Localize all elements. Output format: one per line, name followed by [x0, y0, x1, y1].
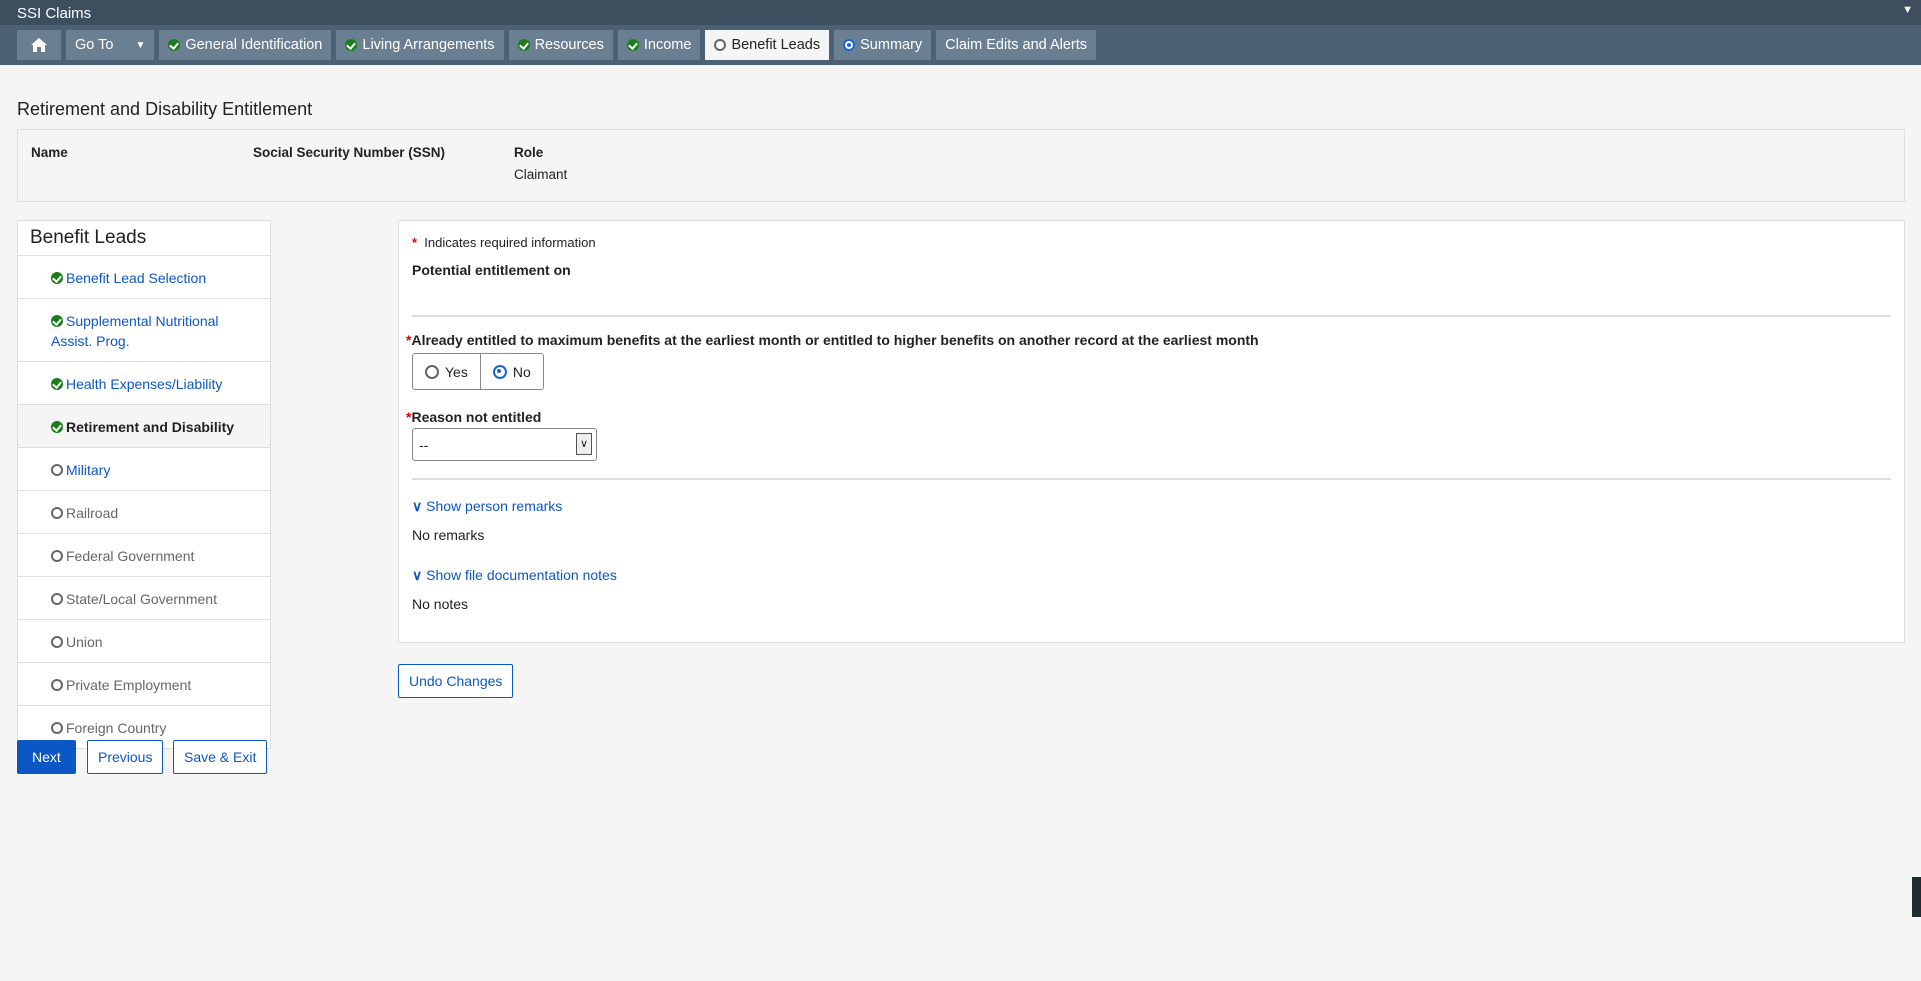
tab-benefit-leads[interactable]: Benefit Leads [705, 30, 830, 60]
app-title-bar: SSI Claims ▼ [0, 0, 1921, 25]
circle-icon [51, 550, 63, 562]
sidebar-title: Benefit Leads [18, 221, 270, 256]
tab-income[interactable]: Income [617, 30, 701, 60]
sidebar-item-union: Union [18, 620, 270, 663]
sidebar-item-benefit-lead-selection[interactable]: Benefit Lead Selection [18, 256, 270, 299]
required-note: Indicates required information [424, 235, 596, 250]
radio-no[interactable]: No [479, 354, 543, 389]
sidebar-item-label: Health Expenses/Liability [66, 376, 223, 392]
tab-general-identification[interactable]: General Identification [159, 30, 332, 60]
tab-claim-edits-alerts[interactable]: Claim Edits and Alerts [936, 30, 1097, 60]
already-entitled-label: Already entitled to maximum benefits at … [411, 332, 1259, 348]
radio-yes-label: Yes [445, 363, 468, 380]
show-notes-label: Show file documentation notes [426, 567, 617, 583]
tab-label: Living Arrangements [362, 37, 495, 53]
caret-down-icon: ▼ [135, 39, 146, 51]
benefit-leads-sidebar: Benefit Leads Benefit Lead Selection Sup… [17, 220, 271, 749]
next-button[interactable]: Next [17, 740, 76, 774]
sidebar-item-state-local-government: State/Local Government [18, 577, 270, 620]
menu-caret-icon[interactable]: ▼ [1902, 4, 1913, 16]
tab-label: Resources [534, 37, 604, 53]
radio-unchecked-icon [425, 364, 439, 379]
check-icon [626, 39, 639, 51]
check-icon [51, 378, 63, 390]
chevron-down-icon: ∨ [412, 567, 423, 583]
home-icon [31, 38, 47, 52]
tab-label: Claim Edits and Alerts [945, 37, 1088, 53]
goto-dropdown[interactable]: Go To ▼ [66, 30, 155, 60]
check-icon [517, 39, 530, 51]
role-label: Role [514, 145, 544, 160]
remarks-text: No remarks [412, 527, 485, 543]
circle-icon [51, 507, 63, 519]
claimant-info: Name Social Security Number (SSN) Role Cl… [17, 129, 1905, 202]
circle-icon [51, 593, 63, 605]
tab-living-arrangements[interactable]: Living Arrangements [336, 30, 504, 60]
reason-value: -- [419, 437, 429, 453]
required-asterisk: * [412, 235, 418, 250]
home-button[interactable] [17, 30, 61, 60]
section-nav: Go To ▼ General Identification Living Arr… [0, 25, 1921, 65]
tab-label: Benefit Leads [731, 37, 821, 53]
undo-changes-button[interactable]: Undo Changes [398, 664, 514, 698]
role-value: Claimant [514, 167, 568, 182]
sidebar-item-label: State/Local Government [66, 591, 217, 607]
chevron-down-icon: ∨ [576, 433, 592, 455]
circle-icon [51, 464, 63, 476]
show-remarks-label: Show person remarks [426, 498, 563, 514]
radio-checked-icon [492, 364, 507, 379]
sidebar-item-railroad: Railroad [18, 491, 270, 534]
circle-icon [51, 722, 63, 734]
sidebar-item-label: Supplemental Nutritional Assist. Prog. [51, 313, 219, 349]
ssn-label: Social Security Number (SSN) [253, 145, 446, 160]
tab-label: General Identification [185, 37, 323, 53]
tab-label: Summary [860, 37, 923, 53]
sidebar-item-private-employment: Private Employment [18, 663, 270, 706]
sidebar-item-label: Federal Government [66, 548, 195, 564]
show-file-notes-toggle[interactable]: ∨ Show file documentation notes [412, 567, 1891, 584]
sidebar-item-label: Foreign Country [66, 720, 167, 736]
sidebar-item-retirement-disability[interactable]: Retirement and Disability [18, 405, 270, 448]
sidebar-item-label: Private Employment [66, 677, 192, 693]
show-person-remarks-toggle[interactable]: ∨ Show person remarks [412, 498, 1891, 515]
check-icon [168, 39, 181, 51]
circle-icon [714, 39, 727, 51]
page-title: Retirement and Disability Entitlement [17, 99, 313, 119]
radio-yes[interactable]: Yes [413, 354, 480, 389]
previous-button[interactable]: Previous [87, 740, 164, 774]
sidebar-item-health-expenses[interactable]: Health Expenses/Liability [18, 362, 270, 405]
sidebar-item-federal-government: Federal Government [18, 534, 270, 577]
goto-label: Go To [75, 37, 114, 53]
app-title: SSI Claims [17, 5, 92, 22]
check-icon [51, 315, 63, 327]
tab-resources[interactable]: Resources [508, 30, 613, 60]
side-panel-handle[interactable] [1912, 877, 1921, 917]
already-entitled-radio-group: Yes No [412, 353, 544, 390]
check-icon [51, 272, 63, 284]
current-circle-icon [843, 39, 856, 51]
sidebar-item-label: Military [66, 462, 111, 478]
sidebar-item-label: Benefit Lead Selection [66, 270, 207, 286]
tab-summary[interactable]: Summary [834, 30, 932, 60]
radio-no-label: No [512, 363, 531, 380]
chevron-down-icon: ∨ [412, 498, 423, 514]
tab-label: Income [643, 37, 692, 53]
circle-icon [51, 679, 63, 691]
sidebar-item-label: Union [66, 634, 103, 650]
reason-label: Reason not entitled [411, 409, 542, 425]
notes-text: No notes [412, 596, 469, 612]
save-exit-button[interactable]: Save & Exit [173, 740, 268, 774]
check-icon [345, 39, 358, 51]
potential-entitlement-label: Potential entitlement on [412, 262, 571, 278]
reason-select[interactable]: -- ∨ [412, 428, 597, 461]
check-icon [51, 421, 63, 433]
circle-icon [51, 636, 63, 648]
sidebar-item-snap[interactable]: Supplemental Nutritional Assist. Prog. [18, 299, 270, 362]
name-label: Name [31, 145, 68, 160]
sidebar-item-military[interactable]: Military [18, 448, 270, 491]
sidebar-item-label: Retirement and Disability [66, 419, 235, 435]
entitlement-form: * Indicates required information Potenti… [398, 220, 1905, 643]
sidebar-item-label: Railroad [66, 505, 119, 521]
